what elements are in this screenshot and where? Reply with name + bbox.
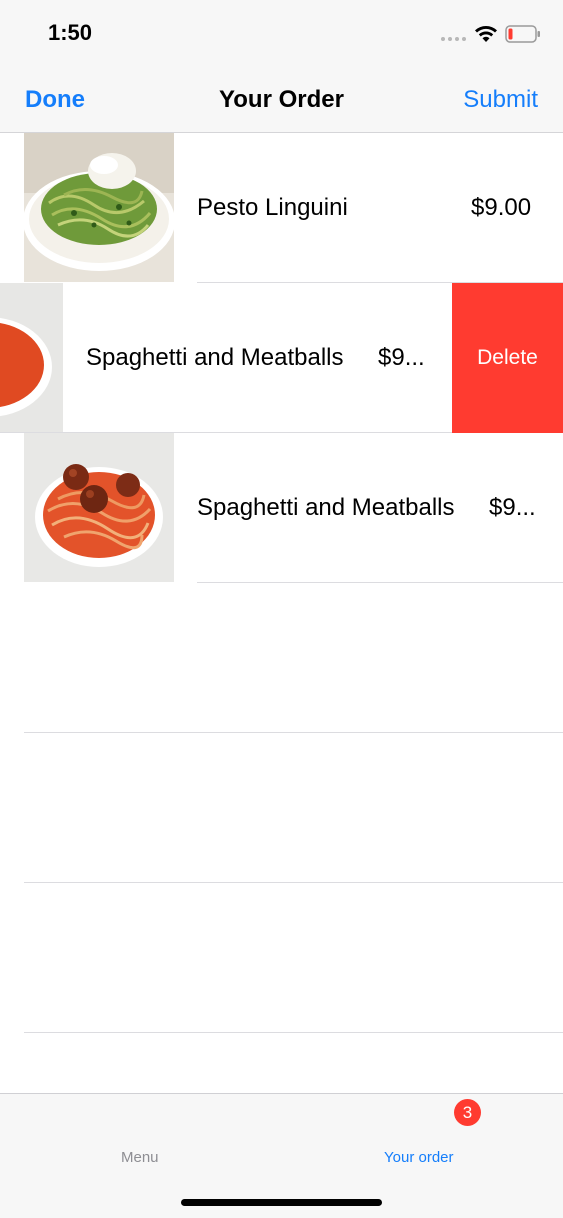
submit-button[interactable]: Submit [463,86,538,114]
list-item-swiped[interactable]: Spaghetti and Meatballs $9... Delete [0,283,563,433]
status-bar: 1:50 [0,0,563,68]
empty-row-divider [24,1032,563,1033]
row-divider [197,582,563,583]
order-screen: 1:50 Done Your Order Submit Pesto Lingui… [0,0,563,1218]
navigation-bar: Done Your Order Submit [0,68,563,133]
item-name: Spaghetti and Meatballs [197,494,455,521]
tab-your-order[interactable]: Your order [384,1149,454,1166]
list-item[interactable]: Spaghetti and Meatballs $9... [0,433,563,583]
home-indicator[interactable] [181,1199,382,1206]
item-price: $9... [489,494,536,521]
item-price: $9... [378,344,425,371]
tab-menu[interactable]: Menu [121,1149,159,1166]
delete-button[interactable]: Delete [452,283,563,433]
order-count-badge: 3 [454,1099,481,1126]
wifi-icon [475,26,497,42]
battery-low-icon [505,25,540,43]
tab-bar: Menu Your order 3 [0,1093,563,1218]
order-list: Pesto Linguini $9.00 Spaghetti and Meatb… [0,133,563,1093]
empty-row-divider [24,732,563,733]
item-price: $9.00 [471,194,532,221]
spaghetti-meatballs-thumbnail [24,433,174,582]
list-item[interactable]: Pesto Linguini $9.00 [0,133,563,283]
item-name: Spaghetti and Meatballs [86,344,344,371]
status-time: 1:50 [48,20,93,45]
pesto-linguini-thumbnail [24,133,174,282]
signal-dots-icon [441,37,466,41]
item-name: Pesto Linguini [197,194,348,221]
empty-row-divider [24,882,563,883]
spaghetti-meatballs-thumbnail [0,283,63,432]
